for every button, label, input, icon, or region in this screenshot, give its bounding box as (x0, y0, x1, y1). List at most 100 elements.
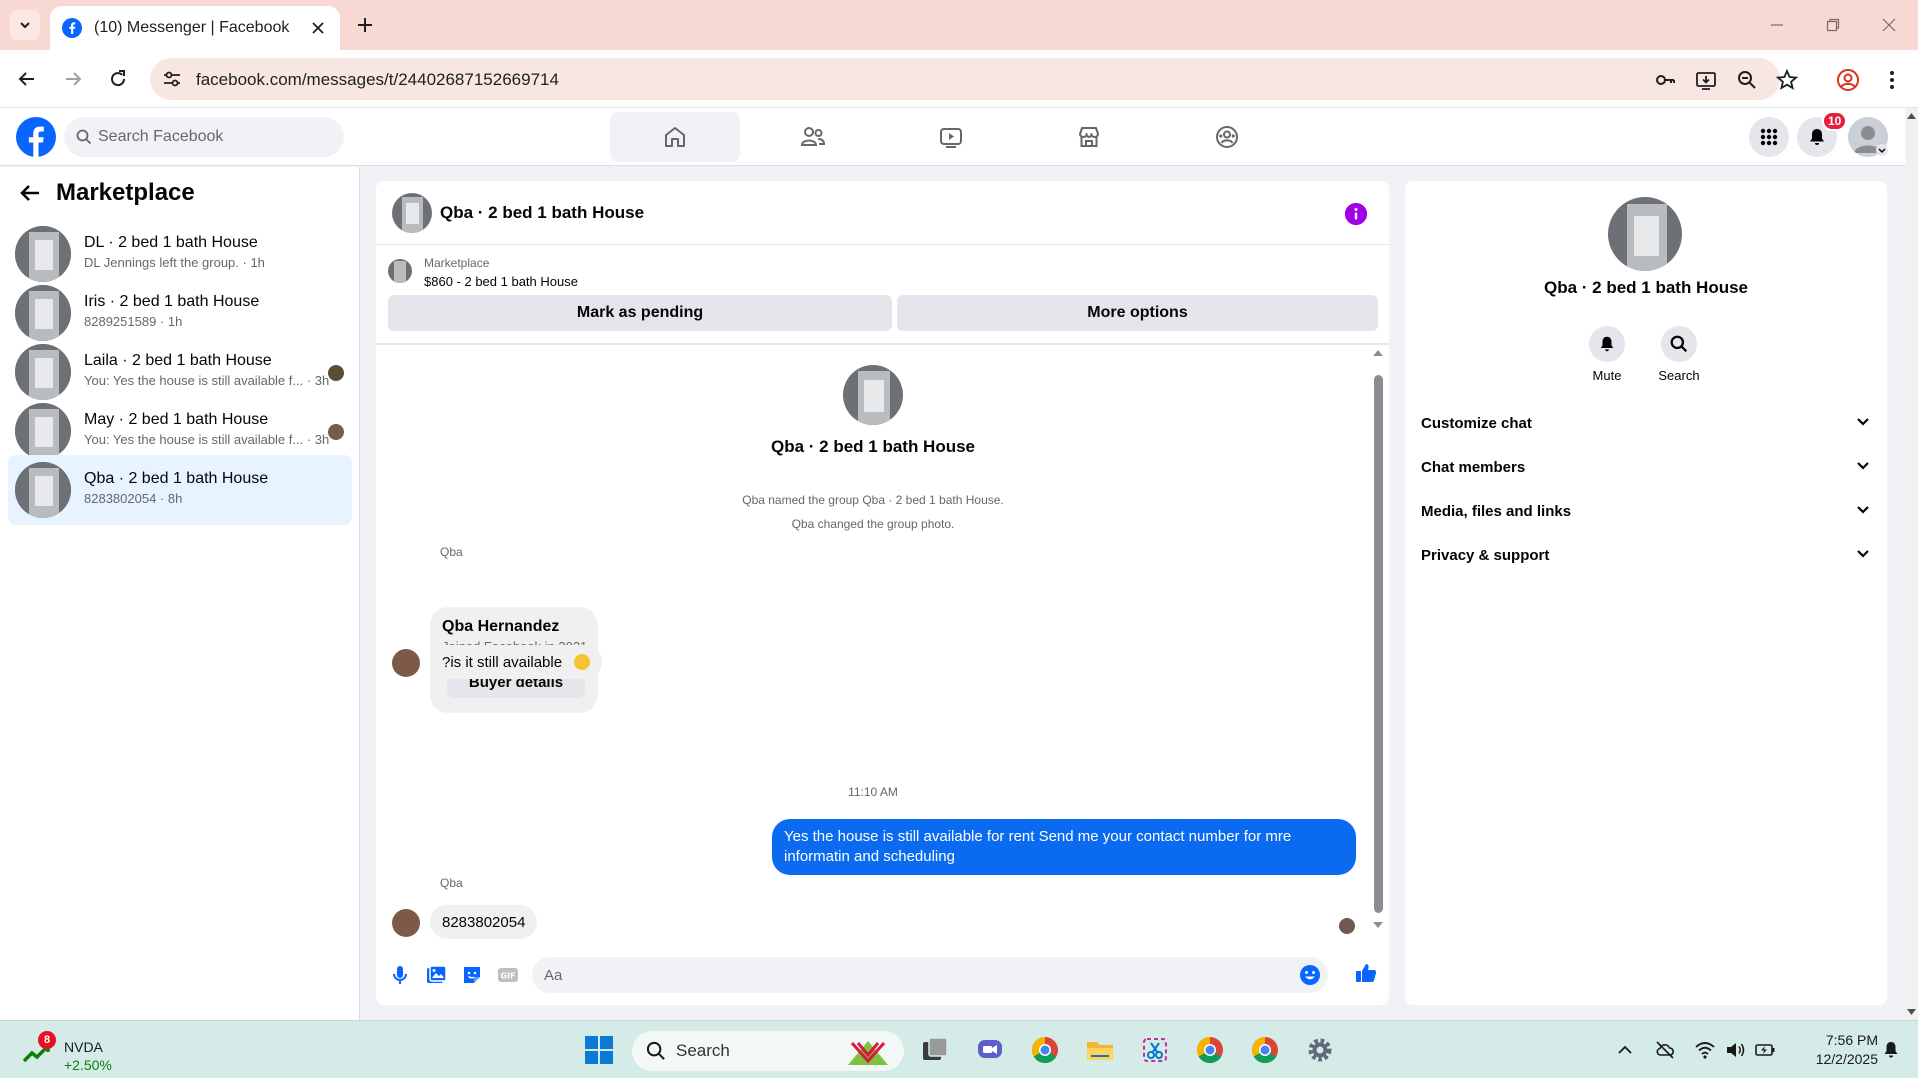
nav-tab-home[interactable] (610, 112, 740, 162)
facebook-favicon-icon (62, 18, 82, 38)
stock-widget[interactable]: 8 NVDA +2.50% (22, 1031, 142, 1073)
browser-tab-messenger[interactable]: (10) Messenger | Facebook (50, 6, 340, 50)
chrome-second-app-button[interactable] (1248, 1033, 1282, 1067)
mute-button[interactable]: Mute (1577, 326, 1637, 383)
chevron-up-icon[interactable] (1614, 1039, 1636, 1061)
scroll-up-arrow-icon[interactable] (1906, 112, 1917, 120)
teams-app-button[interactable] (973, 1033, 1007, 1067)
close-tab-button[interactable] (308, 18, 328, 38)
sticker-icon[interactable] (460, 963, 484, 987)
install-app-icon[interactable] (1695, 69, 1717, 91)
close-window-button[interactable] (1876, 12, 1902, 38)
message-input-box[interactable] (532, 957, 1328, 993)
conversation-info-button[interactable] (1345, 203, 1367, 225)
privacy-support-section[interactable]: Privacy & support (1421, 535, 1871, 575)
facebook-search-box[interactable] (64, 117, 344, 157)
system-message: Qba named the group Qba · 2 bed 1 bath H… (742, 493, 1004, 507)
chrome-profile-app-button[interactable] (1193, 1033, 1227, 1067)
conversation-avatar (15, 344, 71, 400)
restore-window-button[interactable] (1820, 12, 1846, 38)
thread-scrollbar[interactable] (1370, 345, 1384, 945)
gear-icon (1308, 1038, 1332, 1062)
more-vertical-icon[interactable] (1880, 68, 1904, 92)
password-key-icon[interactable] (1654, 69, 1676, 91)
start-button[interactable] (582, 1033, 616, 1067)
incoming-message[interactable]: 8283802054 (430, 905, 538, 939)
page-scrollbar[interactable] (1905, 108, 1918, 1020)
chat-avatar[interactable] (392, 193, 432, 233)
nav-tab-video[interactable] (886, 112, 1016, 162)
plus-icon (358, 18, 372, 32)
account-chevron-icon[interactable] (1876, 144, 1888, 156)
section-title: Privacy & support (1421, 547, 1550, 564)
conversation-item-active[interactable]: Qba · 2 bed 1 bath House 8283802054 · 8h (8, 455, 352, 525)
volume-icon[interactable] (1724, 1039, 1746, 1061)
nav-tab-groups[interactable] (1162, 112, 1292, 162)
tab-search-button[interactable] (10, 10, 40, 40)
sender-avatar[interactable] (392, 909, 420, 937)
chat-title[interactable]: Qba · 2 bed 1 bath House (440, 203, 644, 223)
reload-button[interactable] (103, 64, 133, 94)
reload-icon (111, 70, 126, 87)
sender-avatar[interactable] (392, 649, 420, 677)
scroll-down-arrow-icon[interactable] (1372, 921, 1384, 929)
settings-app-button[interactable] (1303, 1033, 1337, 1067)
more-options-button[interactable]: More options (897, 295, 1378, 331)
close-icon (312, 22, 324, 34)
outgoing-message[interactable]: Yes the house is still available for ren… (772, 819, 1356, 875)
address-bar[interactable]: facebook.com/messages/t/2440268715266971… (150, 58, 1798, 100)
nav-tab-friends[interactable] (748, 112, 878, 162)
task-view-button[interactable] (918, 1033, 952, 1067)
facebook-search-input[interactable] (98, 117, 328, 157)
search-in-conversation-button[interactable]: Search (1649, 326, 1709, 383)
taskbar-search-input[interactable] (676, 1031, 796, 1071)
profile-icon[interactable] (1836, 68, 1860, 92)
minimize-window-button[interactable] (1764, 12, 1790, 38)
url-text: facebook.com/messages/t/2440268715266971… (196, 70, 559, 89)
conversation-preview: You: Yes the house is still available f.… (84, 373, 330, 388)
incoming-message[interactable]: ?is it still available (430, 645, 603, 679)
snipping-tool-button[interactable] (1138, 1033, 1172, 1067)
site-info-icon[interactable] (162, 69, 182, 89)
notification-bell-icon[interactable] (1880, 1039, 1902, 1061)
bookmark-star-icon[interactable] (1776, 69, 1798, 91)
customize-chat-section[interactable]: Customize chat (1421, 403, 1871, 443)
nav-tab-marketplace[interactable] (1024, 112, 1154, 162)
scroll-down-arrow-icon[interactable] (1906, 1008, 1917, 1016)
search-label: Search (1658, 368, 1700, 383)
back-button[interactable] (12, 64, 42, 94)
conversation-avatar (15, 285, 71, 341)
chat-members-section[interactable]: Chat members (1421, 447, 1871, 487)
photo-icon[interactable] (424, 963, 448, 987)
emoji-icon[interactable] (1298, 963, 1322, 987)
like-thumb-icon[interactable] (1354, 961, 1378, 985)
message-input[interactable] (544, 957, 1284, 993)
conversation-avatar (15, 462, 71, 518)
back-arrow-icon[interactable] (18, 181, 42, 205)
arrow-right-icon (66, 72, 82, 86)
mark-as-pending-button[interactable]: Mark as pending (388, 295, 892, 331)
conversation-name: Qba · 2 bed 1 bath House (84, 470, 269, 487)
cloud-off-icon[interactable] (1654, 1039, 1676, 1061)
file-explorer-button[interactable] (1083, 1033, 1117, 1067)
microphone-icon[interactable] (388, 963, 412, 987)
stock-badge: 8 (38, 1031, 56, 1049)
menu-button[interactable] (1749, 117, 1789, 157)
smiling-face-emoji-icon (574, 654, 591, 670)
scroll-up-arrow-icon[interactable] (1372, 349, 1384, 357)
info-icon (1345, 203, 1367, 225)
gif-icon[interactable]: GIF (496, 963, 520, 987)
zoom-icon[interactable] (1736, 69, 1758, 91)
chrome-app-button[interactable] (1028, 1033, 1062, 1067)
media-files-links-section[interactable]: Media, files and links (1421, 491, 1871, 531)
wifi-icon[interactable] (1694, 1039, 1716, 1061)
marketplace-listing-row[interactable]: Marketplace $860 - 2 bed 1 bath House (388, 253, 1378, 289)
taskbar-search-box[interactable] (632, 1031, 904, 1071)
battery-charging-icon[interactable] (1754, 1039, 1776, 1061)
forward-button[interactable] (58, 64, 88, 94)
facebook-logo-icon[interactable] (16, 117, 56, 157)
chevron-down-icon (1857, 462, 1869, 470)
system-clock[interactable]: 7:56 PM 12/2/2025 (1788, 1031, 1878, 1069)
new-tab-button[interactable] (352, 12, 378, 38)
scrollbar-thumb[interactable] (1374, 375, 1383, 913)
